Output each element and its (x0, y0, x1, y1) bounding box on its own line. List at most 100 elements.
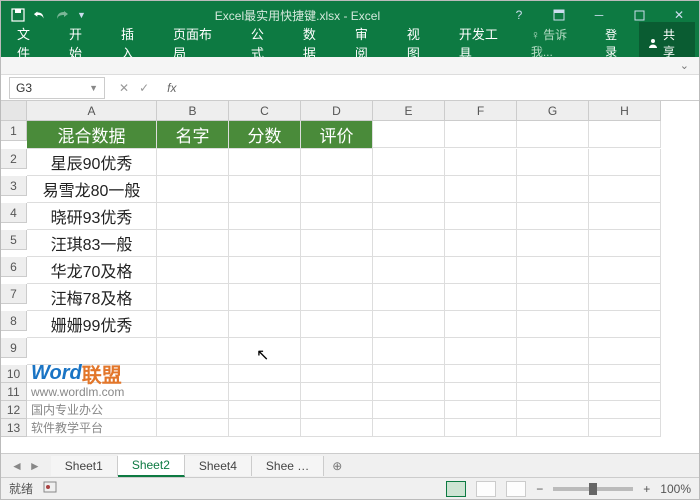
cell-empty[interactable] (445, 176, 517, 203)
cell-empty[interactable] (589, 311, 661, 338)
cell-empty[interactable] (157, 419, 229, 437)
cell-empty[interactable] (517, 338, 589, 365)
cell-empty[interactable] (157, 401, 229, 419)
collapse-ribbon-icon[interactable]: ⌄ (1, 57, 699, 75)
cell-empty[interactable] (229, 149, 301, 176)
cell-empty[interactable] (229, 338, 301, 365)
row-header-3[interactable]: 3 (1, 176, 27, 196)
cell-empty[interactable] (373, 149, 445, 176)
cell-empty[interactable] (301, 365, 373, 383)
sheet-tab-3[interactable]: Sheet4 (185, 456, 252, 476)
cell-empty[interactable] (373, 176, 445, 203)
cell-empty[interactable] (229, 383, 301, 401)
cell-data[interactable]: 晓研93优秀 (27, 203, 157, 230)
view-normal-icon[interactable] (446, 481, 466, 497)
row-header-5[interactable]: 5 (1, 230, 27, 250)
col-header-B[interactable]: B (157, 101, 229, 121)
cell-empty[interactable] (229, 365, 301, 383)
cell-empty[interactable] (589, 365, 661, 383)
cell-empty[interactable] (157, 176, 229, 203)
select-all-corner[interactable] (1, 101, 27, 121)
cell-empty[interactable] (445, 203, 517, 230)
cell-empty[interactable] (517, 230, 589, 257)
cell-empty[interactable] (301, 284, 373, 311)
spreadsheet-grid[interactable]: ABCDEFGH1混合数据名字分数评价2星辰90优秀3易雪龙80一般4晓研93优… (1, 101, 699, 453)
sheet-tab-1[interactable]: Sheet1 (51, 456, 118, 476)
cell-empty[interactable] (445, 149, 517, 176)
cell-empty[interactable] (589, 284, 661, 311)
row-header-11[interactable]: 11 (1, 383, 27, 401)
sheet-tab-2[interactable]: Sheet2 (118, 455, 185, 477)
cell-empty[interactable] (301, 203, 373, 230)
add-sheet-icon[interactable]: ⊕ (324, 459, 350, 473)
row-header-13[interactable]: 13 (1, 419, 27, 437)
cell-empty[interactable] (229, 203, 301, 230)
row-header-4[interactable]: 4 (1, 203, 27, 223)
cell-empty[interactable] (373, 383, 445, 401)
row-header-9[interactable]: 9 (1, 338, 27, 358)
cell-empty[interactable] (301, 338, 373, 365)
tell-me[interactable]: ♀ 告诉我... (525, 26, 595, 60)
cell-empty[interactable] (589, 401, 661, 419)
cell-empty[interactable] (517, 419, 589, 437)
cell-empty[interactable] (445, 311, 517, 338)
col-header-F[interactable]: F (445, 101, 517, 121)
cell-empty[interactable] (229, 257, 301, 284)
sheet-next-icon[interactable]: ► (29, 459, 41, 473)
cell-empty[interactable] (301, 311, 373, 338)
zoom-out-icon[interactable]: − (536, 482, 543, 496)
enter-formula-icon[interactable]: ✓ (139, 81, 149, 95)
view-pagebreak-icon[interactable] (506, 481, 526, 497)
name-box[interactable]: G3▼ (9, 77, 105, 99)
cell-empty[interactable] (589, 203, 661, 230)
cell-data[interactable]: 汪梅78及格 (27, 284, 157, 311)
cell-empty[interactable] (229, 176, 301, 203)
cell-empty[interactable] (373, 311, 445, 338)
cell-empty[interactable] (517, 365, 589, 383)
cancel-formula-icon[interactable]: ✕ (119, 81, 129, 95)
row-header-2[interactable]: 2 (1, 149, 27, 169)
cell-empty[interactable] (445, 257, 517, 284)
cell-empty[interactable] (517, 257, 589, 284)
cell-empty[interactable] (157, 257, 229, 284)
cell-empty[interactable] (589, 149, 661, 176)
row-header-8[interactable]: 8 (1, 311, 27, 331)
cell-empty[interactable] (517, 401, 589, 419)
cell-empty[interactable] (445, 365, 517, 383)
cell-empty[interactable] (157, 383, 229, 401)
cell-empty[interactable] (229, 401, 301, 419)
zoom-slider[interactable] (553, 487, 633, 491)
cell-empty[interactable] (517, 149, 589, 176)
zoom-level[interactable]: 100% (660, 482, 691, 496)
col-header-G[interactable]: G (517, 101, 589, 121)
cell-empty[interactable] (373, 230, 445, 257)
row-header-7[interactable]: 7 (1, 284, 27, 304)
cell-empty[interactable] (157, 311, 229, 338)
cell-empty[interactable] (157, 230, 229, 257)
cell-data[interactable]: 易雪龙80一般 (27, 176, 157, 203)
cell-empty[interactable] (301, 176, 373, 203)
cell-data[interactable]: 汪琪83一般 (27, 230, 157, 257)
cell-empty[interactable] (445, 338, 517, 365)
zoom-in-icon[interactable]: + (643, 482, 650, 496)
cell-empty[interactable] (589, 338, 661, 365)
cell-empty[interactable] (373, 203, 445, 230)
col-header-E[interactable]: E (373, 101, 445, 121)
row-header-1[interactable]: 1 (1, 121, 27, 141)
cell-empty[interactable] (589, 257, 661, 284)
fx-icon[interactable]: fx (167, 81, 176, 95)
cell-empty[interactable] (373, 419, 445, 437)
cell-empty[interactable] (157, 284, 229, 311)
sheet-prev-icon[interactable]: ◄ (11, 459, 23, 473)
macro-record-icon[interactable] (43, 480, 57, 497)
cell-empty[interactable] (517, 383, 589, 401)
cell-empty[interactable] (517, 176, 589, 203)
cell-empty[interactable] (373, 284, 445, 311)
qat-dropdown-icon[interactable]: ▼ (77, 10, 86, 20)
cell-empty[interactable] (517, 203, 589, 230)
cell-empty[interactable] (157, 338, 229, 365)
cell-empty[interactable] (589, 230, 661, 257)
view-layout-icon[interactable] (476, 481, 496, 497)
cell-empty[interactable] (157, 365, 229, 383)
cell-empty[interactable] (517, 311, 589, 338)
